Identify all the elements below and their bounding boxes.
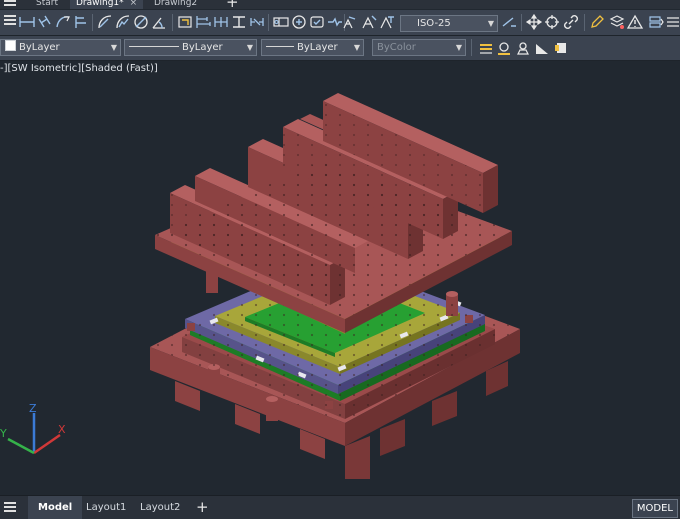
inspection-icon[interactable] [308, 13, 326, 31]
continue-icon[interactable] [212, 13, 230, 31]
text-edit-icon[interactable] [378, 13, 396, 31]
chevron-down-icon: ▼ [110, 43, 117, 52]
linetype-dropdown[interactable]: ByLayer ▼ [124, 39, 257, 56]
color-dropdown[interactable]: ByLayer ▼ [0, 39, 121, 56]
baseline-icon[interactable] [194, 13, 212, 31]
linear-dimension-icon[interactable] [18, 13, 36, 31]
tolerance-icon[interactable] [272, 13, 290, 31]
chevron-down-icon: ▼ [487, 19, 494, 28]
tab-label: Drawing2 [154, 0, 198, 8]
linetype-value: ByLayer [182, 42, 223, 53]
layer-previous-icon[interactable] [495, 39, 513, 57]
plot-style-dropdown: ByColor ▼ [372, 39, 466, 56]
tab-layout1[interactable]: Layout1 [76, 496, 136, 519]
aligned-dimension-icon[interactable] [36, 13, 54, 31]
ucs-icon: Z X Y [0, 402, 66, 455]
space-icon[interactable] [230, 13, 248, 31]
tab-layout2[interactable]: Layout2 [130, 496, 190, 519]
ucs-x-label: X [58, 423, 66, 436]
jogged-icon[interactable] [114, 13, 132, 31]
lineweight-dropdown[interactable]: ByLayer ▼ [261, 39, 364, 56]
properties-toolbar: ByLayer ▼ ByLayer ▼ ByLayer ▼ ByColor ▼ [0, 36, 680, 61]
break-icon[interactable] [248, 13, 266, 31]
tab-label: Drawing1* [76, 0, 124, 8]
dim-style-value: ISO-25 [417, 18, 451, 29]
diameter-icon[interactable] [132, 13, 150, 31]
center-mark-icon[interactable] [290, 13, 308, 31]
model-space-button[interactable]: MODEL [631, 499, 678, 518]
color-value: ByLayer [19, 42, 60, 53]
menu-icon[interactable] [4, 0, 16, 8]
tab-drawing1[interactable]: Drawing1* × [70, 0, 144, 9]
dim-style-dropdown[interactable]: ISO-25 ▼ [400, 15, 498, 32]
layout-tab-bar: Model Layout1 Layout2 + MODEL [0, 495, 680, 519]
layer-freeze-icon[interactable] [514, 39, 532, 57]
quick-dimension-icon[interactable] [176, 13, 194, 31]
lineweight-value: ByLayer [297, 42, 338, 53]
chevron-down-icon: ▼ [455, 43, 462, 52]
edit-icon[interactable] [588, 13, 606, 31]
layer-lock-icon[interactable] [533, 39, 551, 57]
layer-properties-icon[interactable] [664, 13, 680, 31]
settings-icon[interactable] [646, 13, 664, 31]
new-tab-icon[interactable]: + [226, 0, 239, 9]
document-tab-bar: Start Drawing1* × Drawing2 + [0, 0, 680, 9]
arc-length-icon[interactable] [54, 13, 72, 31]
close-icon[interactable]: × [130, 0, 138, 8]
layer-icon[interactable] [608, 13, 626, 31]
color-swatch [5, 40, 16, 51]
tab-start[interactable]: Start [30, 0, 64, 9]
linetype-sample [129, 46, 179, 47]
menu-icon[interactable] [4, 502, 16, 514]
plot-style-value: ByColor [377, 42, 416, 53]
mold-assembly-model[interactable] [0, 61, 680, 493]
ordinate-icon[interactable] [72, 13, 90, 31]
lineweight-sample [266, 46, 294, 47]
add-layout-icon[interactable]: + [196, 500, 209, 515]
rotate-icon[interactable] [543, 13, 561, 31]
oblique-icon[interactable] [340, 13, 358, 31]
angular-icon[interactable] [150, 13, 168, 31]
dim-style-icon[interactable] [500, 13, 518, 31]
radius-icon[interactable] [96, 13, 114, 31]
tab-model[interactable]: Model [28, 496, 83, 519]
chevron-down-icon: ▼ [353, 43, 360, 52]
dimension-toolbar: ISO-25 ▼ [0, 10, 680, 36]
drawing-viewport[interactable]: -][SW Isometric][Shaded (Fast)] Z X Y [0, 61, 680, 493]
text-angle-icon[interactable] [360, 13, 378, 31]
move-icon[interactable] [525, 13, 543, 31]
tab-drawing2[interactable]: Drawing2 [148, 0, 203, 9]
ucs-y-label: Y [0, 427, 7, 440]
link-icon[interactable] [562, 13, 580, 31]
warning-icon[interactable] [626, 13, 644, 31]
layer-iso-icon[interactable] [552, 39, 570, 57]
layer-match-icon[interactable] [477, 39, 495, 57]
ucs-z-label: Z [29, 402, 37, 415]
chevron-down-icon: ▼ [246, 43, 253, 52]
tab-label: Start [36, 0, 58, 8]
menu-icon[interactable] [4, 15, 16, 27]
